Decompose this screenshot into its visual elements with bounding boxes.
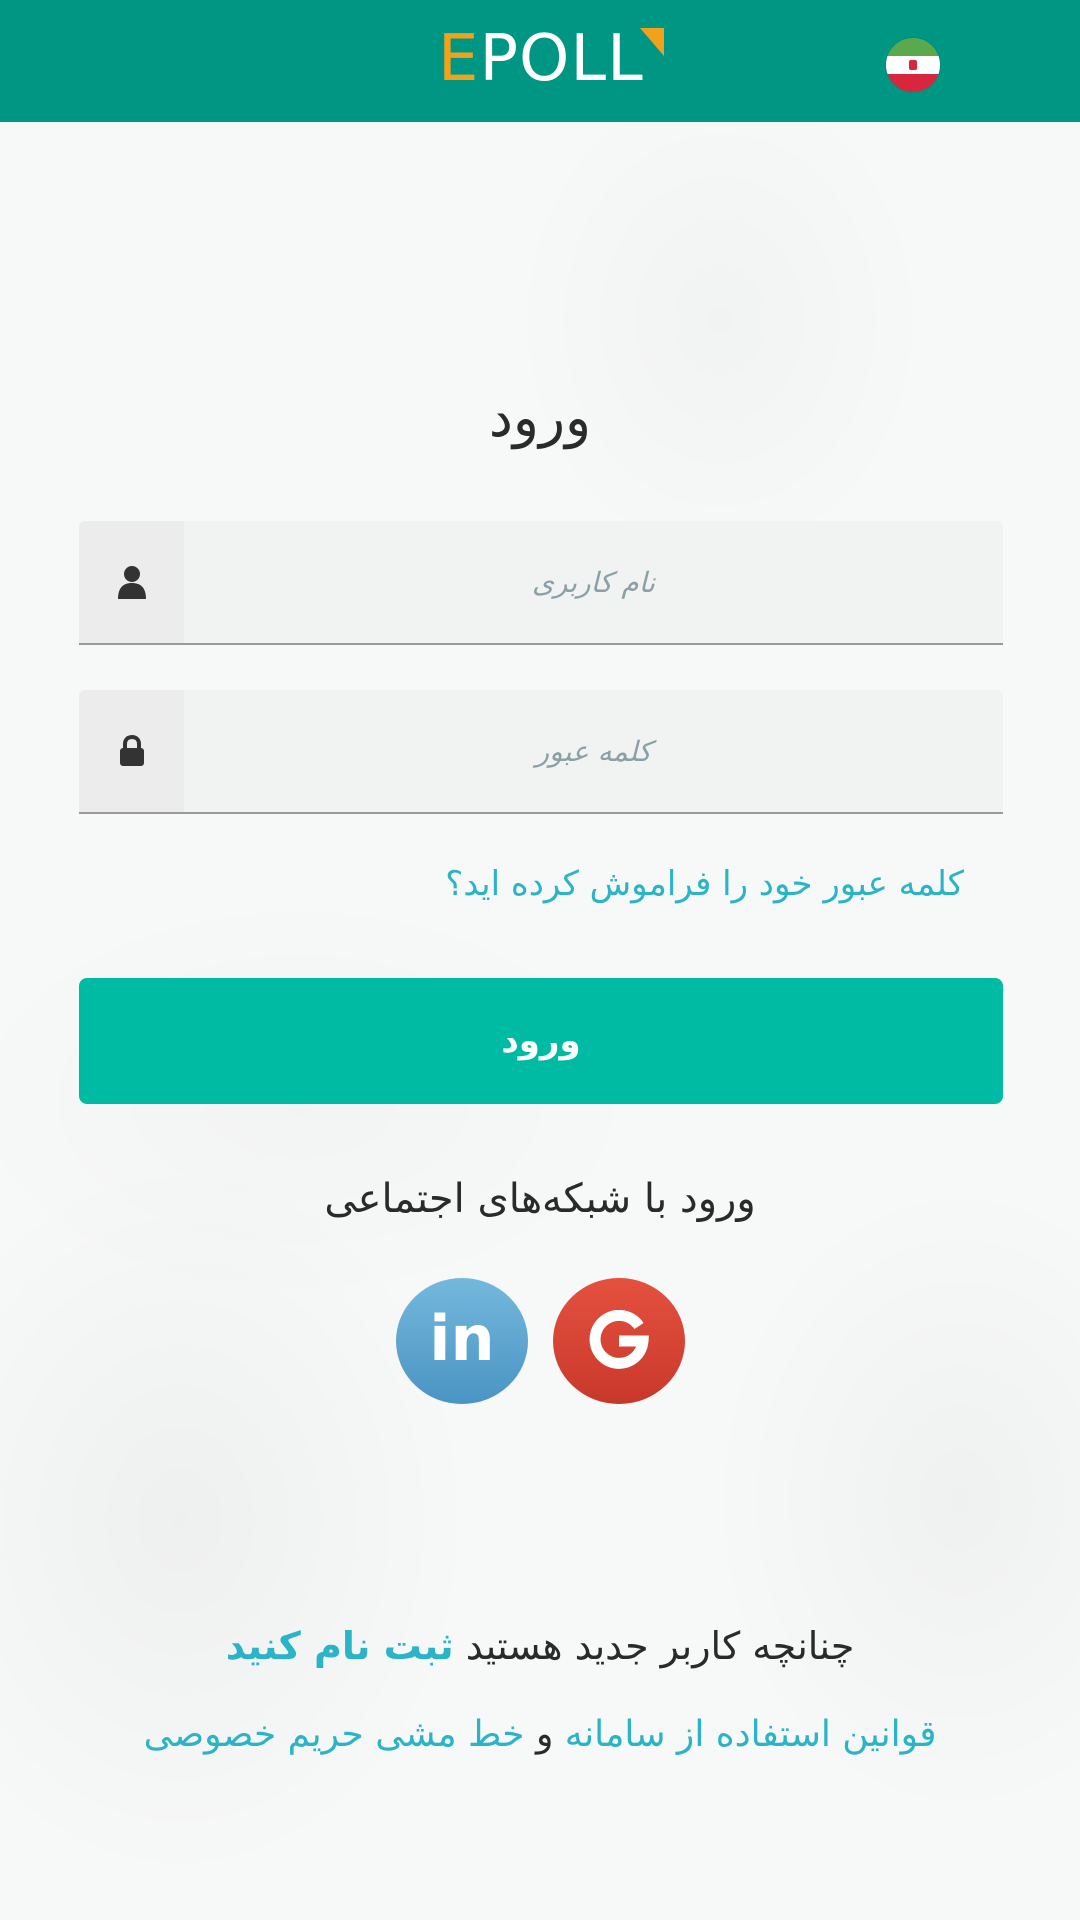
forgot-password-link[interactable]: کلمه عبور خود را فراموش کرده اید؟ <box>0 864 964 904</box>
google-icon <box>589 1310 649 1369</box>
login-form: ورود کلمه عبور خود را فراموش کرده اید؟ و… <box>0 122 1080 1920</box>
logo-corner-icon <box>640 28 664 56</box>
flag-red-band <box>886 74 940 92</box>
user-icon <box>117 566 146 599</box>
password-field[interactable] <box>79 690 1003 814</box>
linkedin-icon: in <box>429 1302 495 1375</box>
social-login-title: ورود با شبکه‌های اجتماعی <box>324 1176 756 1222</box>
linkedin-login-button[interactable]: in <box>396 1278 528 1404</box>
lock-icon <box>119 735 144 766</box>
register-prefix-text: چنانچه کاربر جدید هستید <box>465 1624 855 1668</box>
language-flag-button[interactable] <box>886 38 940 92</box>
flag-green-band <box>886 38 940 56</box>
register-line: چنانچه کاربر جدید هستید ثبت نام کنید <box>0 1624 1080 1668</box>
google-login-button[interactable] <box>553 1278 685 1404</box>
login-button[interactable]: ورود <box>79 978 1003 1104</box>
password-input[interactable] <box>184 690 1003 812</box>
terms-and-text: و <box>535 1714 554 1755</box>
logo-letters-poll: POLL <box>479 22 644 96</box>
privacy-link[interactable]: خط مشی حریم خصوصی <box>144 1714 525 1755</box>
logo-letter-e: E <box>438 22 480 96</box>
page-title: ورود <box>488 386 592 449</box>
username-icon-box <box>79 521 184 643</box>
app-header: E POLL <box>0 0 1080 122</box>
username-input[interactable] <box>184 521 1003 643</box>
register-link[interactable]: ثبت نام کنید <box>226 1624 454 1668</box>
username-field[interactable] <box>79 521 1003 645</box>
flag-emblem-icon <box>909 60 917 70</box>
terms-line: قوانین استفاده از سامانه و خط مشی حریم خ… <box>0 1714 1080 1755</box>
epoll-logo: E POLL <box>438 24 644 94</box>
flag-white-band <box>886 56 940 74</box>
password-icon-box <box>79 690 184 812</box>
terms-link[interactable]: قوانین استفاده از سامانه <box>565 1714 937 1755</box>
